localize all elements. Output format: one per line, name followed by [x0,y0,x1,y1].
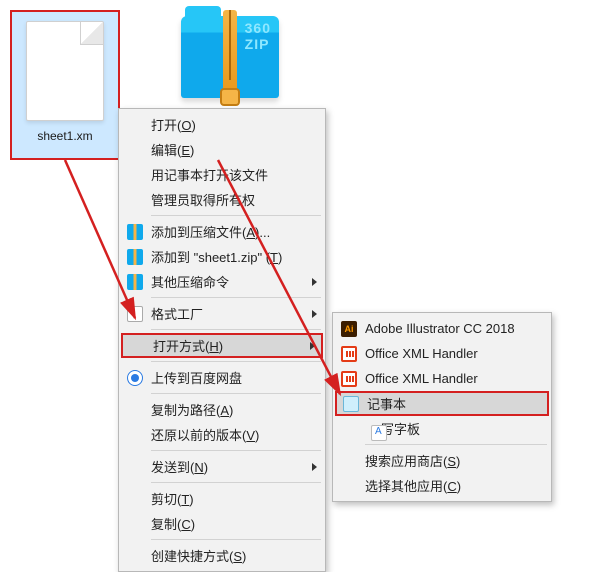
submenu-office-xml-1[interactable]: Office XML Handler [335,341,549,366]
menu-add-to-archive[interactable]: 添加到压缩文件(A)... [121,219,323,244]
chevron-right-icon [312,278,317,286]
menu-copy[interactable]: 复制(C) [121,511,323,536]
lbl: Office XML Handler [365,371,478,386]
lbl: 复制为路径(A) [151,400,233,419]
file-label: sheet1.xm [37,129,92,143]
chevron-right-icon [310,342,315,350]
context-menu-main: 打开(O) 编辑(E) 用记事本打开该文件 管理员取得所有权 添加到压缩文件(A… [118,108,326,572]
separator [151,450,321,451]
menu-open[interactable]: 打开(O) [121,112,323,137]
submenu-wordpad[interactable]: 写字板 [335,416,549,441]
separator [151,482,321,483]
submenu-adobe-illustrator[interactable]: Ai Adobe Illustrator CC 2018 [335,316,549,341]
file-xml-selected[interactable]: sheet1.xm [10,10,120,160]
separator [151,393,321,394]
submenu-search-store[interactable]: 搜索应用商店(S) [335,448,549,473]
menu-edit[interactable]: 编辑(E) [121,137,323,162]
lbl: 打开方式(H) [153,336,223,355]
notepad-icon [343,396,359,412]
zip-icon [127,274,143,290]
submenu-notepad[interactable]: 记事本 [335,391,549,416]
chevron-right-icon [312,463,317,471]
menu-restore-previous[interactable]: 还原以前的版本(V) [121,422,323,447]
office-xml-icon [341,371,357,387]
menu-add-to-sheet1zip[interactable]: 添加到 "sheet1.zip" (T) [121,244,323,269]
lbl: 添加到压缩文件(A)... [151,222,270,241]
lbl: 复制(C) [151,514,195,533]
lbl: 管理员取得所有权 [151,190,255,209]
zipper-pull-icon [220,88,240,106]
menu-open-with-notepad[interactable]: 用记事本打开该文件 [121,162,323,187]
lbl: 剪切(T) [151,489,194,508]
lbl: 发送到(N) [151,457,208,476]
menu-format-factory[interactable]: 格式工厂 [121,301,323,326]
menu-cut[interactable]: 剪切(T) [121,486,323,511]
file-page-icon [26,21,104,121]
zip-folder-body: 360ZIP [181,16,279,98]
lbl: 选择其他应用(C) [365,476,461,495]
lbl: Office XML Handler [365,346,478,361]
zip-folder-icon[interactable]: 360ZIP [175,10,285,110]
lbl: Adobe Illustrator CC 2018 [365,321,515,336]
baidu-pan-icon [127,370,143,386]
lbl: 上传到百度网盘 [151,368,242,387]
lbl: 其他压缩命令 [151,272,229,291]
submenu-office-xml-2[interactable]: Office XML Handler [335,366,549,391]
lbl: 添加到 "sheet1.zip" (T) [151,247,282,266]
separator [151,297,321,298]
lbl: 记事本 [367,394,406,413]
format-factory-icon [127,306,143,322]
context-submenu-open-with: Ai Adobe Illustrator CC 2018 Office XML H… [332,312,552,502]
lbl: 创建快捷方式(S) [151,546,246,565]
separator [365,444,547,445]
lbl: 打开(O) [151,115,196,134]
separator [151,361,321,362]
adobe-illustrator-icon: Ai [341,321,357,337]
submenu-choose-other[interactable]: 选择其他应用(C) [335,473,549,498]
office-xml-icon [341,346,357,362]
menu-other-compress[interactable]: 其他压缩命令 [121,269,323,294]
zip-icon [127,249,143,265]
chevron-right-icon [312,310,317,318]
menu-create-shortcut[interactable]: 创建快捷方式(S) [121,543,323,568]
separator [151,215,321,216]
menu-send-to[interactable]: 发送到(N) [121,454,323,479]
lbl: 搜索应用商店(S) [365,451,460,470]
separator [151,329,321,330]
menu-copy-as-path[interactable]: 复制为路径(A) [121,397,323,422]
zip-badge-text: 360ZIP [245,20,271,52]
zipper-icon [223,10,237,104]
lbl: 编辑(E) [151,140,194,159]
lbl: 格式工厂 [151,304,203,323]
lbl: 还原以前的版本(V) [151,425,259,444]
separator [151,539,321,540]
lbl: 用记事本打开该文件 [151,165,268,184]
wordpad-icon [371,425,387,441]
menu-upload-baidupan[interactable]: 上传到百度网盘 [121,365,323,390]
menu-open-with[interactable]: 打开方式(H) [121,333,323,358]
zip-icon [127,224,143,240]
menu-admin-ownership[interactable]: 管理员取得所有权 [121,187,323,212]
